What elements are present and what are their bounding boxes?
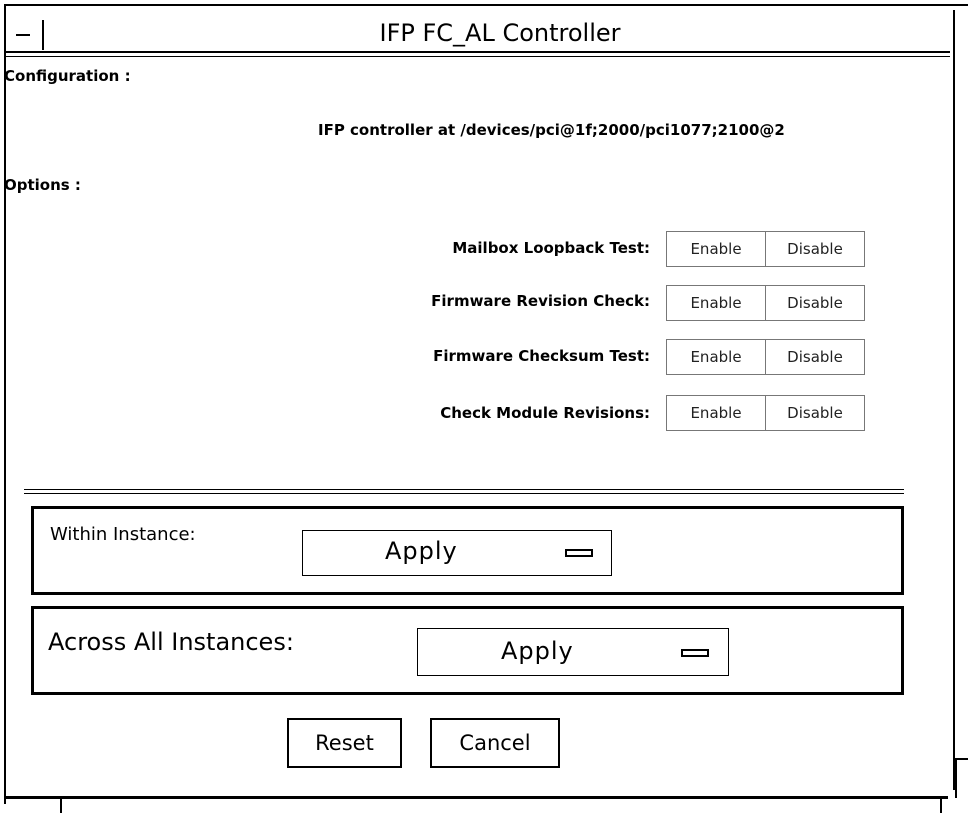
controller-path: IFP controller at /devices/pci@1f;2000/p…: [318, 121, 785, 139]
option-label-check-module-revisions: Check Module Revisions:: [440, 404, 650, 422]
section-divider: [24, 493, 904, 494]
across-instances-apply-value: Apply: [501, 637, 574, 665]
enable-button[interactable]: Enable: [667, 286, 766, 320]
option-toggle-mailbox-loopback: Enable Disable: [666, 231, 865, 267]
disable-button[interactable]: Disable: [766, 396, 864, 430]
window-title: IFP FC_AL Controller: [379, 19, 621, 47]
within-instance-apply-value: Apply: [385, 537, 458, 565]
enable-button[interactable]: Enable: [667, 396, 766, 430]
window-resize-corner[interactable]: [955, 758, 957, 798]
cancel-button[interactable]: Cancel: [430, 718, 560, 768]
option-toggle-firmware-checksum: Enable Disable: [666, 339, 865, 375]
option-label-firmware-revision: Firmware Revision Check:: [431, 292, 650, 310]
across-instances-apply-menu[interactable]: Apply: [417, 628, 729, 676]
options-heading: Options :: [4, 176, 81, 194]
configuration-heading: Configuration :: [4, 67, 131, 85]
option-label-firmware-checksum: Firmware Checksum Test:: [433, 347, 650, 365]
disable-button[interactable]: Disable: [766, 340, 864, 374]
option-toggle-firmware-revision: Enable Disable: [666, 285, 865, 321]
across-instances-label: Across All Instances:: [48, 628, 294, 656]
option-label-mailbox-loopback: Mailbox Loopback Test:: [452, 239, 650, 257]
title-bar-divider: [6, 56, 950, 57]
enable-button[interactable]: Enable: [667, 232, 766, 266]
menu-dash-icon: [16, 34, 30, 36]
menu-indicator-icon: [681, 649, 709, 657]
section-divider: [24, 489, 904, 490]
window-frame-right: [953, 10, 955, 790]
enable-button[interactable]: Enable: [667, 340, 766, 374]
within-instance-label: Within Instance:: [50, 524, 196, 545]
window-frame-bottom: [4, 796, 948, 799]
window-frame-tick: [940, 799, 942, 813]
title-bar-divider: [6, 51, 950, 53]
reset-button[interactable]: Reset: [287, 718, 402, 768]
window-frame-tick: [60, 799, 62, 813]
disable-button[interactable]: Disable: [766, 286, 864, 320]
window-frame-left: [4, 4, 6, 804]
window-menu-button[interactable]: [8, 20, 44, 50]
within-instance-apply-menu[interactable]: Apply: [302, 530, 612, 576]
disable-button[interactable]: Disable: [766, 232, 864, 266]
menu-indicator-icon: [565, 549, 593, 557]
option-toggle-check-module-revisions: Enable Disable: [666, 395, 865, 431]
